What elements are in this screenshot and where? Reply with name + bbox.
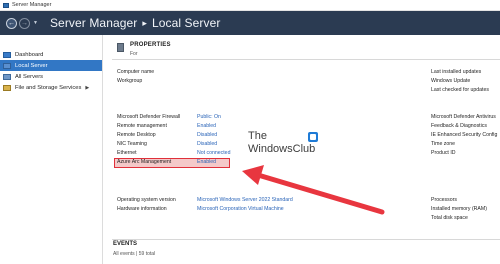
annotation-arrow-icon: [242, 165, 385, 215]
sidebar-item-local-server[interactable]: Local Server: [0, 60, 102, 71]
property-label: Product ID: [431, 150, 456, 156]
all-servers-icon: [3, 73, 11, 80]
events-panel: [112, 239, 500, 264]
properties-title: PROPERTIES: [130, 42, 171, 48]
properties-icon: [117, 43, 124, 52]
events-title: EVENTS: [113, 241, 138, 247]
property-label: Microsoft Defender Firewall: [117, 114, 181, 120]
window-titlebar: Server Manager: [0, 0, 500, 11]
watermark-line-1: The: [248, 130, 267, 142]
sidebar-item-all-servers[interactable]: All Servers: [0, 71, 102, 82]
server-manager-app-icon: [3, 2, 9, 8]
property-label: Azure Arc Management: [117, 159, 172, 165]
property-label: Computer name: [117, 69, 155, 75]
sidebar-item-dashboard[interactable]: Dashboard: [0, 49, 102, 60]
events-count: All events | 59 total: [113, 251, 156, 257]
property-label: Last checked for updates: [431, 87, 489, 93]
header-bar: ← → ▼ Server Manager ▸ Local Server: [0, 11, 500, 35]
sidebar: Dashboard Local Server All Servers File …: [0, 35, 103, 264]
chevron-right-icon[interactable]: ▶: [85, 85, 89, 91]
property-label: Last installed updates: [431, 69, 482, 75]
property-label: Hardware information: [117, 206, 167, 212]
file-storage-icon: [3, 84, 11, 91]
property-label: Total disk space: [431, 215, 468, 221]
breadcrumb-current: Local Server: [151, 16, 221, 30]
nic-teaming-value-link[interactable]: Disabled: [197, 141, 217, 147]
property-label: Feedback & Diagnostics: [431, 123, 487, 129]
remote-desktop-value-link[interactable]: Disabled: [197, 132, 217, 138]
property-label: Remote management: [117, 123, 167, 129]
sidebar-item-label: Local Server: [15, 62, 48, 69]
sidebar-item-file-storage[interactable]: File and Storage Services ▶: [0, 82, 102, 93]
property-label: Installed memory (RAM): [431, 206, 487, 212]
ethernet-value-link[interactable]: Not connected: [197, 150, 230, 156]
window-title: Server Manager: [12, 2, 52, 8]
back-arrow-icon[interactable]: ←: [6, 17, 17, 29]
property-label: Remote Desktop: [117, 132, 156, 138]
sidebar-item-label: All Servers: [15, 73, 44, 80]
sidebar-item-label: File and Storage Services: [15, 84, 82, 91]
azure-arc-value-link[interactable]: Enabled: [197, 159, 216, 165]
breadcrumb-root[interactable]: Server Manager: [50, 16, 137, 30]
property-label: Time zone: [431, 141, 456, 147]
sidebar-item-label: Dashboard: [15, 51, 44, 58]
properties-subtitle: For: [130, 51, 138, 57]
property-label: Ethernet: [117, 150, 137, 156]
remote-management-value-link[interactable]: Enabled: [197, 123, 216, 129]
property-label: Windows Update: [431, 78, 471, 84]
property-label: Microsoft Defender Antivirus: [431, 114, 496, 120]
forward-arrow-icon[interactable]: →: [19, 17, 30, 29]
dashboard-icon: [3, 51, 11, 58]
property-label: IE Enhanced Security Config: [431, 132, 498, 138]
breadcrumb-separator: ▸: [142, 17, 147, 28]
history-dropdown-icon[interactable]: ▼: [33, 20, 38, 26]
property-label: Workgroup: [117, 78, 143, 84]
property-label: Operating system version: [117, 197, 176, 203]
windowsclub-logo-icon: [308, 132, 318, 142]
property-label: Processors: [431, 197, 457, 203]
firewall-value-link[interactable]: Public: On: [197, 114, 221, 120]
property-label: NIC Teaming: [117, 141, 147, 147]
watermark-line-2: WindowsClub: [248, 143, 316, 155]
local-server-icon: [3, 62, 11, 69]
